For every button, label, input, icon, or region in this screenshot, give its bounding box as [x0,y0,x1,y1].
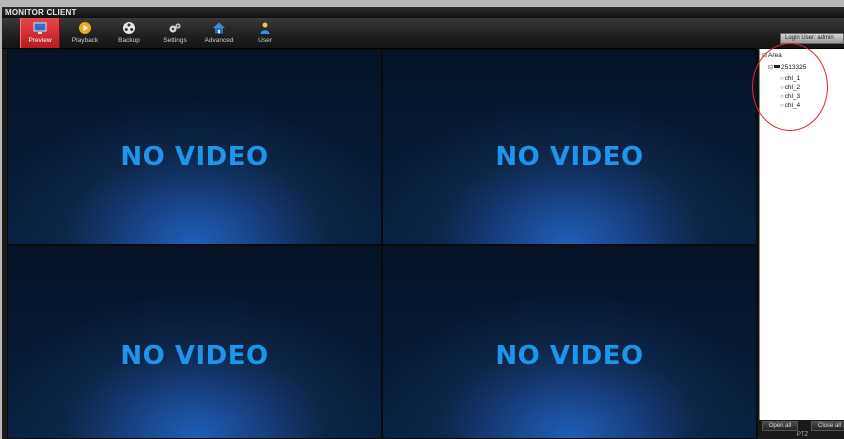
open-all-button[interactable]: Open all [762,421,798,431]
title-bar: MONITOR CLIENT [2,7,844,18]
house-icon [213,22,225,34]
advanced-label: Advanced [204,37,234,44]
user-button[interactable]: User [246,18,284,48]
no-video-label: NO VIDEO [120,341,269,371]
no-video-label: NO VIDEO [495,341,644,371]
play-icon [79,22,91,34]
video-tile[interactable]: NO VIDEO [8,50,381,244]
user-label: User [258,37,272,44]
close-all-button[interactable]: Close all [811,421,844,431]
monitor-client-window: MONITOR CLIENT Preview Playback Backup S… [2,7,844,439]
backup-button[interactable]: Backup [110,18,148,48]
video-tile[interactable]: NO VIDEO [383,50,756,244]
no-video-label: NO VIDEO [495,142,644,172]
preview-button[interactable]: Preview [20,18,60,48]
reel-icon [123,22,135,34]
video-tile[interactable]: NO VIDEO [8,246,381,438]
video-grid: NO VIDEO NO VIDEO NO VIDEO NO VIDEO [7,49,758,439]
annotation-circle [752,43,828,131]
user-icon [260,22,270,34]
app-title: MONITOR CLIENT [5,8,77,17]
no-video-label: NO VIDEO [120,142,269,172]
advanced-button[interactable]: Advanced [200,18,238,48]
main-toolbar: Preview Playback Backup Settings Advance… [2,18,844,49]
preview-label: Preview [28,37,52,44]
video-tile[interactable]: NO VIDEO [383,246,756,438]
settings-label: Settings [163,37,187,44]
playback-button[interactable]: Playback [66,18,104,48]
backup-label: Backup [118,37,140,44]
ptz-tab[interactable]: PTZ [759,431,844,439]
side-button-bar: Open all Close all PTZ [759,420,844,439]
playback-label: Playback [71,37,99,44]
gears-icon [169,23,181,33]
monitor-icon [33,22,47,34]
settings-button[interactable]: Settings [156,18,194,48]
